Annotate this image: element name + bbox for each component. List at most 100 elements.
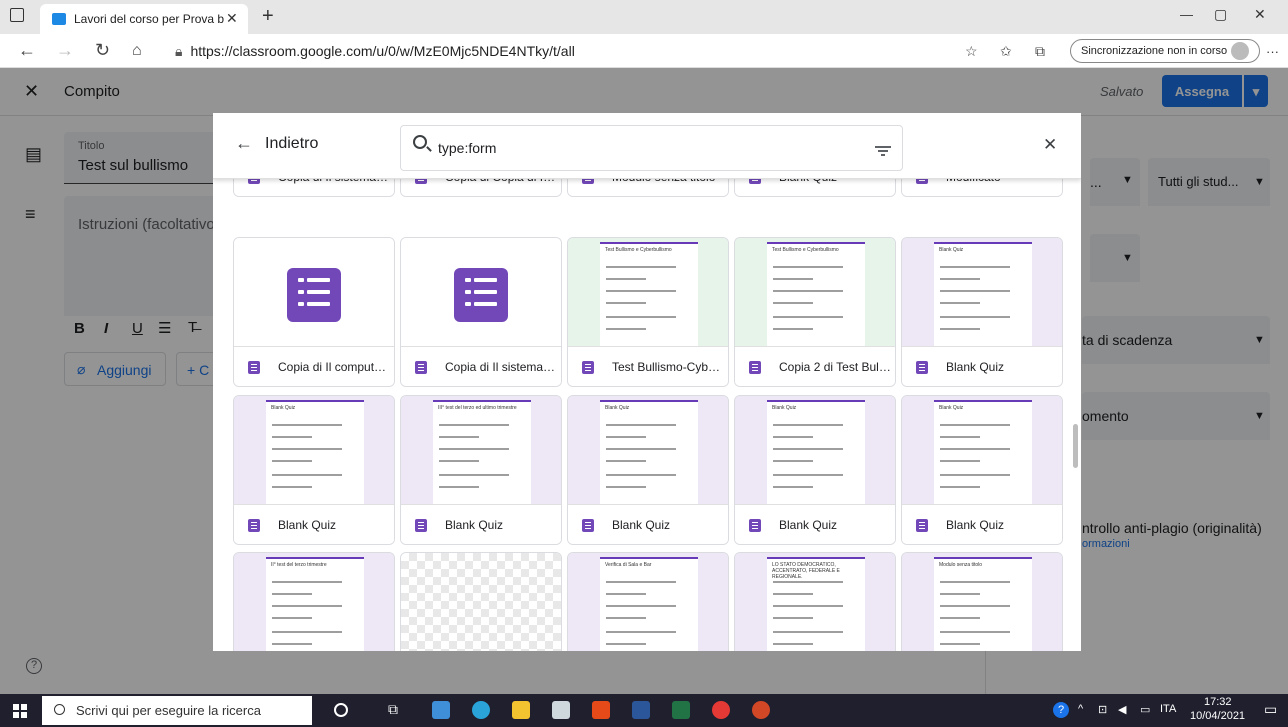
form-preview-title: Blank Quiz bbox=[939, 247, 964, 253]
taskbar-search-input[interactable]: Scrivi qui per eseguire la ricerca bbox=[42, 696, 312, 725]
form-preview-title: Test Bullismo e Cyberbullismo bbox=[772, 247, 839, 253]
powerpoint-icon[interactable] bbox=[752, 701, 770, 719]
google-forms-icon bbox=[454, 268, 508, 322]
form-file-card[interactable]: II° test del terzo trimestre bbox=[233, 552, 395, 651]
form-preview-title: Blank Quiz bbox=[605, 405, 630, 411]
form-file-card[interactable]: Modulo senza titolo bbox=[901, 552, 1063, 651]
form-preview: II° test del terzo trimestre bbox=[266, 557, 364, 651]
form-file-card[interactable]: Copia di Il sistema o... bbox=[400, 237, 562, 387]
window-minimize-button[interactable]: — bbox=[1180, 7, 1193, 22]
help-tray-icon[interactable]: ? bbox=[1053, 702, 1069, 718]
file-thumbnail: Blank Quiz bbox=[902, 396, 1062, 506]
favorites-icon[interactable]: ✩ bbox=[1000, 43, 1012, 60]
excel-icon[interactable] bbox=[672, 701, 690, 719]
file-name: Blank Quiz bbox=[779, 179, 891, 184]
file-name: Copia di Il sistema o... bbox=[445, 360, 557, 374]
filter-icon[interactable] bbox=[875, 146, 891, 156]
browser-tab[interactable]: Lavori del corso per Prova bullis ✕ bbox=[40, 4, 248, 34]
form-preview: Verifica di Sala e Bar bbox=[600, 557, 698, 651]
back-arrow-icon[interactable]: ← bbox=[235, 133, 253, 154]
browser-tab-actions-icon[interactable] bbox=[10, 8, 24, 22]
tab-close-icon[interactable]: ✕ bbox=[226, 10, 238, 27]
reader-mode-icon[interactable]: ☆ bbox=[965, 43, 978, 60]
file-explorer-icon[interactable] bbox=[512, 701, 530, 719]
search-icon-handle bbox=[426, 146, 432, 152]
form-file-card[interactable]: Blank Quiz Blank Quiz bbox=[901, 395, 1063, 545]
file-footer: Copia di Il sistema o... bbox=[234, 179, 394, 196]
form-file-card[interactable]: Copia di Copia di Il c... bbox=[400, 179, 562, 197]
file-footer: Modificato bbox=[902, 179, 1062, 196]
form-file-card[interactable]: Blank Quiz Blank Quiz bbox=[233, 395, 395, 545]
windows-start-icon[interactable] bbox=[13, 704, 27, 718]
file-name: Copia di Il computer... bbox=[278, 360, 390, 374]
browser-menu-button[interactable]: ··· bbox=[1266, 44, 1279, 59]
store-icon[interactable] bbox=[552, 701, 570, 719]
form-preview-title: Blank Quiz bbox=[271, 405, 296, 411]
tray-chevron-icon[interactable]: ^ bbox=[1078, 703, 1083, 715]
form-file-card[interactable]: Copia di Il computer... bbox=[233, 237, 395, 387]
form-file-card[interactable]: Test Bullismo e Cyberbullismo Test Bullis… bbox=[567, 237, 729, 387]
back-label[interactable]: Indietro bbox=[265, 135, 318, 153]
network-icon[interactable]: ⊡ bbox=[1098, 703, 1107, 716]
file-footer: Blank Quiz bbox=[902, 504, 1062, 544]
clock-time[interactable]: 17:32 bbox=[1204, 696, 1232, 708]
form-preview-title: Test Bullismo e Cyberbullismo bbox=[605, 247, 672, 253]
home-icon[interactable]: ⌂ bbox=[132, 42, 142, 60]
form-file-card[interactable]: Copia di Il sistema o... bbox=[233, 179, 395, 197]
file-footer: Copia di Copia di Il c... bbox=[401, 179, 561, 196]
form-file-card[interactable]: Blank Quiz Blank Quiz bbox=[567, 395, 729, 545]
office-icon[interactable] bbox=[592, 701, 610, 719]
classroom-favicon-icon bbox=[52, 13, 66, 25]
address-input[interactable]: 🔒︎ https://classroom.google.com/u/0/w/MzE… bbox=[175, 43, 575, 60]
reload-icon[interactable]: ↻ bbox=[95, 40, 110, 61]
file-footer: Copia di Il computer... bbox=[234, 346, 394, 386]
form-preview: Test Bullismo e Cyberbullismo bbox=[767, 242, 865, 348]
form-file-card[interactable]: Blank Quiz bbox=[734, 179, 896, 197]
form-file-card[interactable]: LO STATO DEMOCRATICO, ACCENTRATO, FEDERA… bbox=[734, 552, 896, 651]
file-thumbnail: Modulo senza titolo bbox=[902, 553, 1062, 651]
form-preview-title: II° test del terzo trimestre bbox=[271, 562, 327, 568]
volume-icon[interactable]: ◀ bbox=[1118, 703, 1126, 716]
form-preview: Blank Quiz bbox=[600, 400, 698, 506]
form-file-card[interactable]: Blank Quiz Blank Quiz bbox=[734, 395, 896, 545]
form-file-card[interactable]: Test Bullismo e Cyberbullismo Copia 2 di … bbox=[734, 237, 896, 387]
window-maximize-button[interactable]: ▢ bbox=[1214, 6, 1227, 23]
word-icon[interactable] bbox=[632, 701, 650, 719]
mail-icon[interactable] bbox=[432, 701, 450, 719]
edge-icon[interactable] bbox=[472, 701, 490, 719]
search-input[interactable]: type:form bbox=[400, 125, 903, 171]
clock-date[interactable]: 10/04/2021 bbox=[1190, 710, 1245, 722]
forward-arrow-icon[interactable]: → bbox=[56, 40, 74, 61]
task-view-icon[interactable]: ⧉ bbox=[388, 701, 398, 718]
form-file-card[interactable]: III° test del terzo ed ultimo trimestre B… bbox=[400, 395, 562, 545]
form-file-card[interactable]: Blank Quiz Blank Quiz bbox=[901, 237, 1063, 387]
chrome-icon[interactable] bbox=[712, 701, 730, 719]
file-thumbnail: Test Bullismo e Cyberbullismo bbox=[568, 238, 728, 348]
form-file-card[interactable] bbox=[400, 552, 562, 651]
file-thumbnail: Test Bullismo e Cyberbullismo bbox=[735, 238, 895, 348]
new-tab-button[interactable]: + bbox=[262, 5, 274, 28]
file-name: Copia 2 di Test Bulli... bbox=[779, 360, 891, 374]
back-arrow-icon[interactable]: ← bbox=[18, 40, 36, 61]
file-footer: Blank Quiz bbox=[735, 504, 895, 544]
collections-icon[interactable]: ⧉ bbox=[1035, 43, 1045, 60]
form-file-card[interactable]: Modificato bbox=[901, 179, 1063, 197]
file-name: Blank Quiz bbox=[779, 518, 838, 532]
notifications-icon[interactable]: ▭ bbox=[1264, 701, 1277, 718]
form-file-card[interactable]: Modulo senza titolo bbox=[567, 179, 729, 197]
form-preview: Modulo senza titolo bbox=[934, 557, 1032, 651]
scrollbar[interactable] bbox=[1073, 424, 1078, 468]
taskbar-search-placeholder: Scrivi qui per eseguire la ricerca bbox=[76, 703, 261, 718]
file-name: Blank Quiz bbox=[445, 518, 504, 532]
cortana-icon[interactable] bbox=[334, 703, 348, 717]
sync-button[interactable]: Sincronizzazione non in corso bbox=[1070, 39, 1260, 63]
tab-title: Lavori del corso per Prova bullis bbox=[74, 12, 224, 26]
form-file-card[interactable]: Verifica di Sala e Bar bbox=[567, 552, 729, 651]
close-dialog-icon[interactable]: ✕ bbox=[1043, 135, 1057, 155]
file-footer: Blank Quiz bbox=[568, 504, 728, 544]
battery-icon[interactable]: ▭ bbox=[1140, 703, 1150, 716]
google-forms-icon bbox=[248, 179, 260, 184]
file-thumbnail: II° test del terzo trimestre bbox=[234, 553, 394, 651]
window-close-button[interactable]: ✕ bbox=[1254, 6, 1266, 23]
input-language[interactable]: ITA bbox=[1160, 703, 1176, 715]
